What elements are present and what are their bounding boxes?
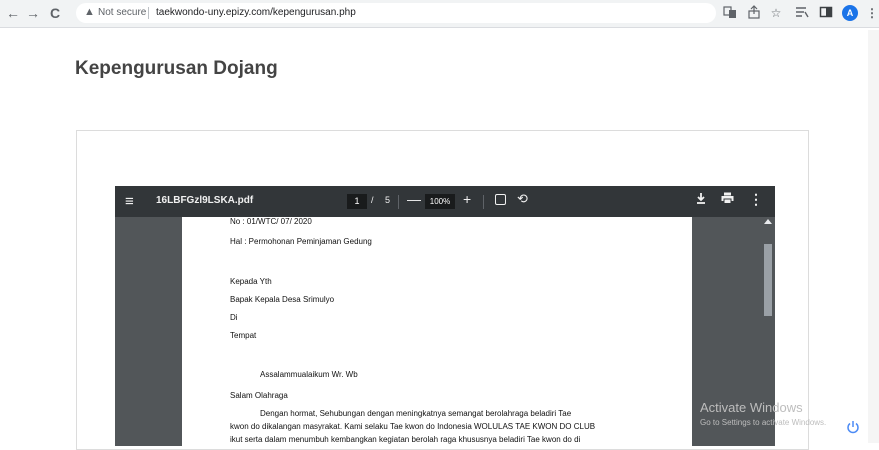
page-title: Kepengurusan Dojang xyxy=(75,58,278,79)
letter-subject: Hal : Permohonan Peminjaman Gedung xyxy=(230,237,372,246)
letter-recipient-name: Bapak Kepala Desa Srimulyo xyxy=(230,295,335,304)
page-scrollbar[interactable] xyxy=(868,30,879,443)
translate-icon[interactable] xyxy=(722,5,738,21)
share-icon[interactable] xyxy=(746,5,762,21)
letter-paragraph-line: Dengan hormat, Sehubungan dengan meningk… xyxy=(260,409,572,418)
toolbar-divider xyxy=(483,195,484,209)
browser-toolbar: ← → C ▲ Not secure taekwondo-uny.epizy.c… xyxy=(0,0,879,28)
zoom-level-input[interactable]: 100% xyxy=(425,194,455,209)
side-panel-icon[interactable] xyxy=(818,5,834,21)
bookmark-star-icon[interactable]: ☆ xyxy=(768,5,784,21)
browser-menu-icon[interactable]: ⋮ xyxy=(864,5,879,21)
profile-avatar[interactable]: A xyxy=(842,5,858,21)
pdf-viewer[interactable]: ≡ 16LBFGzl9LSKA.pdf 1 / 5 — 100% + ⟲ ⋮ N… xyxy=(115,186,775,446)
url-text[interactable]: taekwondo-uny.epizy.com/kepengurusan.php xyxy=(156,7,356,18)
reload-button[interactable]: C xyxy=(46,4,64,22)
pdf-toolbar: ≡ 16LBFGzl9LSKA.pdf 1 / 5 — 100% + ⟲ ⋮ xyxy=(115,186,775,217)
forward-button[interactable]: → xyxy=(24,4,42,22)
warning-icon[interactable]: ▲ xyxy=(84,6,95,18)
download-icon[interactable] xyxy=(695,192,707,207)
activate-windows-subtitle: Go to Settings to activate Windows. xyxy=(700,418,827,427)
pdf-menu-icon[interactable]: ≡ xyxy=(125,193,134,210)
letter-paragraph-line: kwon do dikalangan masyrakat. Kami selak… xyxy=(230,422,596,431)
pdf-more-icon[interactable]: ⋮ xyxy=(749,191,763,208)
reading-list-icon[interactable] xyxy=(794,5,810,21)
zoom-out-button[interactable]: — xyxy=(407,191,421,207)
zoom-in-button[interactable]: + xyxy=(463,191,471,207)
rotate-icon[interactable]: ⟲ xyxy=(517,191,528,207)
letter-place: Tempat xyxy=(230,331,257,340)
pdf-filename: 16LBFGzl9LSKA.pdf xyxy=(156,195,254,206)
pdf-scrollbar-thumb[interactable] xyxy=(764,244,772,316)
page-total: 5 xyxy=(385,195,391,205)
toolbar-divider xyxy=(398,195,399,209)
letter-salutation: Salam Olahraga xyxy=(230,391,288,400)
address-bar[interactable]: ▲ Not secure taekwondo-uny.epizy.com/kep… xyxy=(76,3,716,23)
security-label[interactable]: Not secure xyxy=(98,7,146,18)
pdf-page: No : 01/WTC/ 07/ 2020 Hal : Permohonan P… xyxy=(182,217,692,446)
letter-greeting: Assalammualaikum Wr. Wb xyxy=(260,370,358,379)
print-icon[interactable] xyxy=(721,192,734,207)
back-button[interactable]: ← xyxy=(4,4,22,22)
page-number-input[interactable]: 1 xyxy=(347,194,367,209)
scroll-up-arrow-icon[interactable] xyxy=(764,219,772,224)
omnibox-separator xyxy=(148,7,149,19)
letter-di: Di xyxy=(230,313,238,322)
page-separator: / xyxy=(371,195,374,205)
fit-page-icon[interactable] xyxy=(495,194,506,205)
letter-recipient-line: Kepada Yth xyxy=(230,277,272,286)
letter-number: No : 01/WTC/ 07/ 2020 xyxy=(230,217,312,226)
power-icon[interactable] xyxy=(846,420,860,434)
activate-windows-title: Activate Windows xyxy=(700,400,803,415)
